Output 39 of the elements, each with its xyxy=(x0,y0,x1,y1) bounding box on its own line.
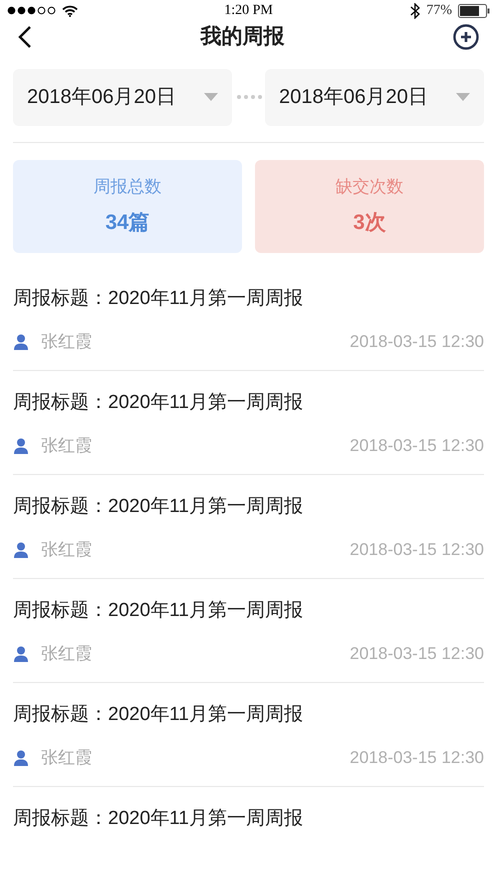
person-icon xyxy=(13,542,29,558)
author-name: 张红霞 xyxy=(41,539,92,561)
bluetooth-icon xyxy=(410,2,420,18)
author-name: 张红霞 xyxy=(41,435,92,457)
dropdown-caret-icon xyxy=(204,93,218,101)
report-time: 2018-03-15 12:30 xyxy=(350,435,484,457)
report-title[interactable]: 周报标题：2020年11月第一周周报 xyxy=(13,700,484,729)
person-icon xyxy=(13,750,29,766)
author-name: 张红霞 xyxy=(41,747,92,769)
author-name: 张红霞 xyxy=(41,331,92,353)
dots-separator-icon xyxy=(236,94,262,100)
page-title: 我的周报 xyxy=(200,24,284,50)
report-time: 2018-03-15 12:30 xyxy=(350,539,484,561)
person-icon xyxy=(13,334,29,350)
date-picker[interactable]: 2018年06月20日 xyxy=(13,68,232,126)
date-picker[interactable]: 2018年06月20日 xyxy=(265,68,484,126)
report-time: 2018-03-15 12:30 xyxy=(350,643,484,665)
report-time: 2018-03-15 12:30 xyxy=(350,331,484,353)
battery-icon xyxy=(458,4,490,18)
report-title[interactable]: 周报标题：2020年11月第一周周报 xyxy=(13,804,484,833)
add-icon[interactable] xyxy=(453,24,479,50)
report-title[interactable]: 周报标题：2020年11月第一周周报 xyxy=(13,388,484,417)
battery-percentage: 77% xyxy=(426,2,452,20)
wifi-icon xyxy=(62,4,78,16)
dropdown-caret-icon xyxy=(456,93,470,101)
author-name: 张红霞 xyxy=(41,643,92,665)
person-icon xyxy=(13,438,29,454)
signal-icon xyxy=(7,6,57,15)
stat-label: 缺交次数 xyxy=(336,176,404,198)
report-title[interactable]: 周报标题：2020年11月第一周周报 xyxy=(13,284,484,313)
stat-value: 34篇 xyxy=(105,210,150,236)
stat-label: 周报总数 xyxy=(94,176,162,198)
stat-value: 3次 xyxy=(353,210,386,236)
report-title[interactable]: 周报标题：2020年11月第一周周报 xyxy=(13,492,484,521)
person-icon xyxy=(13,646,29,662)
back-icon[interactable] xyxy=(18,24,32,49)
report-time: 2018-03-15 12:30 xyxy=(350,747,484,769)
report-title[interactable]: 周报标题：2020年11月第一周周报 xyxy=(13,596,484,625)
status-time: 1:20 PM xyxy=(224,2,273,20)
